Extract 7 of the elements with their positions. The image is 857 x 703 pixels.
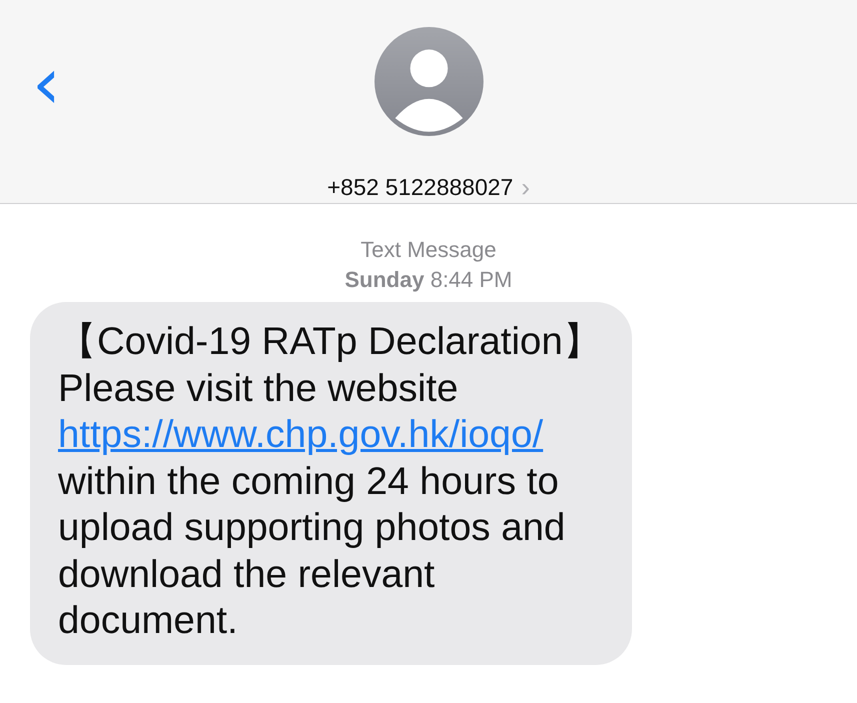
chevron-icon: › <box>521 172 530 203</box>
back-button[interactable]: ‹ <box>26 48 67 118</box>
timestamp: Sunday 8:44 PM <box>344 266 512 294</box>
contact-button[interactable]: +852 5122888027 › <box>327 172 530 203</box>
service-label: Text Message <box>360 236 496 264</box>
link[interactable]: https://www.chp.gov.hk/ioqo/ <box>58 413 544 456</box>
message-bubble: 【Covid-19 RATp Declaration】Please visit the website https://www.chp.gov.hk/ioqo/ within the coming 24 hours to upload supporting photos and download the relevant document. <box>30 302 632 664</box>
